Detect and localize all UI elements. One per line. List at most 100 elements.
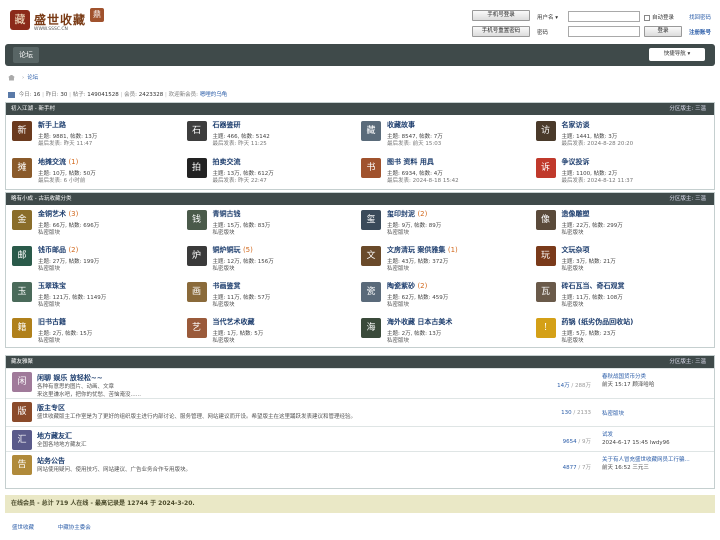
- seal-icon[interactable]: 玺: [361, 210, 381, 230]
- chat-icon[interactable]: 闲: [12, 372, 32, 392]
- misc-icon[interactable]: 玩: [535, 246, 556, 266]
- forum-cell[interactable]: 玺玺印封泥 (2) 主题: 9万, 帖数: 89万 私密版块: [358, 206, 531, 240]
- forum-cell[interactable]: 瓷陶瓷紫砂 (2) 主题: 62万, 帖数: 459万 私密版块: [358, 278, 531, 312]
- market-icon[interactable]: 摊: [12, 158, 32, 178]
- breadcrumb-forum[interactable]: 论坛: [27, 75, 38, 81]
- forum-cell[interactable]: 书图书 资料 用具 主题: 6934, 帖数: 4万 最后发表: 2024-8-1…: [358, 154, 531, 188]
- forum-title[interactable]: 文房清玩 案供雅集 (1): [387, 245, 458, 255]
- forum-cell[interactable]: 文文房清玩 案供雅集 (1) 主题: 43万, 帖数: 372万 私密版块: [358, 242, 531, 276]
- notice-icon[interactable]: 告: [12, 455, 32, 475]
- forum-title[interactable]: 名家访谈: [562, 120, 590, 130]
- forum-title[interactable]: 新手上路: [38, 120, 66, 130]
- forum-cell[interactable]: 邮钱币邮品 (2) 主题: 27万, 帖数: 199万 私密版块: [9, 242, 182, 276]
- forum-title[interactable]: 收藏故事: [387, 120, 415, 130]
- jade-icon[interactable]: 玉: [12, 282, 32, 302]
- forum-title[interactable]: 石器鉴研: [213, 120, 241, 130]
- story-icon[interactable]: 藏: [361, 121, 381, 141]
- forum-cell[interactable]: ! 药锅 (纸劣伪品回收站) 主题: 5万, 帖数: 23万 私密版块: [533, 314, 706, 348]
- forum-cell[interactable]: 石石器鉴研 主题: 466, 帖数: 5142 最后发表: 昨天 11:25: [184, 117, 357, 151]
- books-icon[interactable]: 书: [361, 158, 381, 178]
- overseas-icon[interactable]: 海: [361, 318, 381, 338]
- forum-title[interactable]: 地方藏友汇: [37, 431, 72, 441]
- bronze-icon[interactable]: 金: [12, 210, 32, 230]
- forum-cell[interactable]: 画书画鉴赏 主题: 11万, 帖数: 57万 私密版块: [184, 278, 357, 312]
- censer-icon[interactable]: 炉: [186, 246, 207, 266]
- tile-icon[interactable]: 瓦: [535, 282, 556, 302]
- forum-row[interactable]: 汇地方藏友汇 全国各地地方藏友汇 9654 / 9万 试发 2024-6-17 15:4…: [6, 426, 714, 451]
- quick-nav-button[interactable]: 快捷导航 ▾: [649, 48, 705, 61]
- dispute-icon[interactable]: 诉: [535, 158, 556, 178]
- section-header[interactable]: 初入江湖 - 新手村 分区版主: 三温: [6, 103, 714, 115]
- forum-title[interactable]: 图书 资料 用具: [387, 157, 434, 167]
- forum-cell[interactable]: 籍旧书古籍 主题: 2万, 帖数: 15万 私密版块: [9, 314, 182, 348]
- forum-title[interactable]: 钱币邮品 (2): [38, 245, 78, 255]
- forum-title[interactable]: 铜炉铜玩 (5): [213, 245, 253, 255]
- forum-cell[interactable]: 诉争议投诉 主题: 1100, 帖数: 2万 最后发表: 2024-8-12 11…: [533, 154, 706, 188]
- forum-row[interactable]: 告站务公告 网站使用疑问、使用技巧、网站建议、广告业务合作专用版块。 4877 / …: [6, 451, 714, 479]
- username-input[interactable]: [568, 11, 640, 22]
- forum-title[interactable]: 文玩杂项: [562, 245, 590, 255]
- auto-login[interactable]: 自动登录: [644, 13, 674, 21]
- forum-title[interactable]: 闲聊 娱乐 放轻松~~: [37, 373, 103, 383]
- study-icon[interactable]: 文: [361, 246, 381, 266]
- forum-cell[interactable]: 钱青铜古钱 主题: 15万, 帖数: 83万 私密版块: [184, 206, 357, 240]
- interview-icon[interactable]: 访: [535, 121, 556, 141]
- footer-link-sssc[interactable]: 盛世收藏: [12, 525, 34, 531]
- forum-title[interactable]: 地摊交流 (1): [38, 157, 78, 167]
- online-members-bar[interactable]: 在线会员 - 总计 719 人在线 - 最高记录是 12744 于 2024-3…: [5, 495, 715, 513]
- statue-icon[interactable]: 像: [535, 210, 556, 230]
- forum-cell[interactable]: 金金铜艺术 (3) 主题: 66万, 帖数: 696万 私密版块: [9, 206, 182, 240]
- forum-title[interactable]: 争议投诉: [562, 157, 590, 167]
- forum-title[interactable]: 陶瓷紫砂 (2): [387, 281, 427, 291]
- section-header[interactable]: 藏友雅聚 分区版主: 三温: [6, 356, 714, 368]
- password-input[interactable]: [568, 26, 640, 37]
- phone-login-button[interactable]: 手机号登录: [472, 10, 530, 21]
- oldbook-icon[interactable]: 籍: [12, 318, 32, 338]
- home-icon[interactable]: [8, 74, 15, 81]
- new-member-link[interactable]: 嗯哩的乌龟: [200, 92, 228, 98]
- forum-last-post[interactable]: 关于有人冒充盛世收藏网员工行骗... 前天 16:52 三元三: [602, 456, 690, 472]
- forum-title[interactable]: 青铜古钱: [213, 209, 241, 219]
- forum-cell[interactable]: 拍拍卖交流 主题: 13万, 帖数: 612万 最后发表: 昨天 22:47: [184, 154, 357, 188]
- local-icon[interactable]: 汇: [12, 430, 32, 450]
- forum-title[interactable]: 药锅 (纸劣伪品回收站): [562, 317, 634, 327]
- forum-title[interactable]: 版主专区: [37, 403, 65, 413]
- coin-icon[interactable]: 钱: [186, 210, 207, 230]
- forum-last-post[interactable]: 试发 2024-6-17 15:45 lwdy96: [602, 431, 670, 447]
- forum-title[interactable]: 拍卖交流: [213, 157, 241, 167]
- chevron-down-icon[interactable]: ▾: [555, 15, 558, 21]
- forum-cell[interactable]: 玉玉翠珠宝 主题: 121万, 帖数: 1149万 私密版块: [9, 278, 182, 312]
- book-icon[interactable]: 新: [12, 121, 32, 141]
- forum-title[interactable]: 玺印封泥 (2): [387, 209, 427, 219]
- forum-title[interactable]: 造像雕塑: [562, 209, 590, 219]
- forum-title[interactable]: 玉翠珠宝: [38, 281, 66, 291]
- forum-cell[interactable]: 访名家访谈 主题: 1441, 帖数: 3万 最后发表: 2024-8-28 20…: [533, 117, 706, 151]
- forum-title[interactable]: 砖石瓦当、奇石观赏: [562, 281, 625, 291]
- porcelain-icon[interactable]: 瓷: [361, 282, 381, 302]
- forum-cell[interactable]: 藏收藏故事 主题: 8547, 帖数: 7万 最后发表: 前天 15:03: [358, 117, 531, 151]
- forum-title[interactable]: 海外收藏 日本古美术: [387, 317, 452, 327]
- checkbox[interactable]: [644, 14, 650, 21]
- forum-row[interactable]: 版版主专区 盛世收藏版主工作室是为了更好的组织版主进行内部讨论、服务管理、网站建议…: [6, 398, 714, 426]
- phone-reset-password-button[interactable]: 手机号重置密码: [472, 26, 530, 37]
- forum-last-post[interactable]: 春秋战国货币分类 前天 15:17 顾泽哈哈: [602, 373, 654, 389]
- modern-art-icon[interactable]: 艺: [186, 318, 207, 338]
- forum-cell[interactable]: 摊地摊交流 (1) 主题: 10万, 帖数: 50万 最后发表: 6 小时前: [9, 154, 182, 188]
- forum-cell[interactable]: 新新手上路 主题: 9881, 帖数: 13万 最后发表: 昨天 11:47: [9, 117, 182, 151]
- footer-link-association[interactable]: 中藏协主委会: [58, 525, 91, 531]
- stone-icon[interactable]: 石: [186, 121, 207, 141]
- forum-title[interactable]: 站务公告: [37, 456, 65, 466]
- forum-cell[interactable]: 艺当代艺术收藏 主题: 1万, 帖数: 5万 私密版块: [184, 314, 357, 348]
- forum-title[interactable]: 金铜艺术 (3): [38, 209, 78, 219]
- find-password-link[interactable]: 找回密码: [689, 13, 711, 21]
- forum-title[interactable]: 书画鉴赏: [213, 281, 241, 291]
- painting-icon[interactable]: 画: [186, 282, 207, 302]
- forum-cell[interactable]: 瓦砖石瓦当、奇石观赏 主题: 11万, 帖数: 108万 私密版块: [533, 278, 706, 312]
- section-header[interactable]: 略有小成 - 古玩收藏分类 分区版主: 三温: [6, 193, 714, 205]
- forum-cell[interactable]: 炉铜炉铜玩 (5) 主题: 12万, 帖数: 156万 私密版块: [184, 242, 357, 276]
- warning-icon[interactable]: !: [535, 318, 556, 338]
- login-submit-button[interactable]: 登录: [644, 26, 682, 37]
- forum-last-post[interactable]: 私密版块: [602, 410, 624, 418]
- forum-cell[interactable]: 像造像雕塑 主题: 22万, 帖数: 299万 私密版块: [533, 206, 706, 240]
- stamp-icon[interactable]: 邮: [12, 246, 32, 266]
